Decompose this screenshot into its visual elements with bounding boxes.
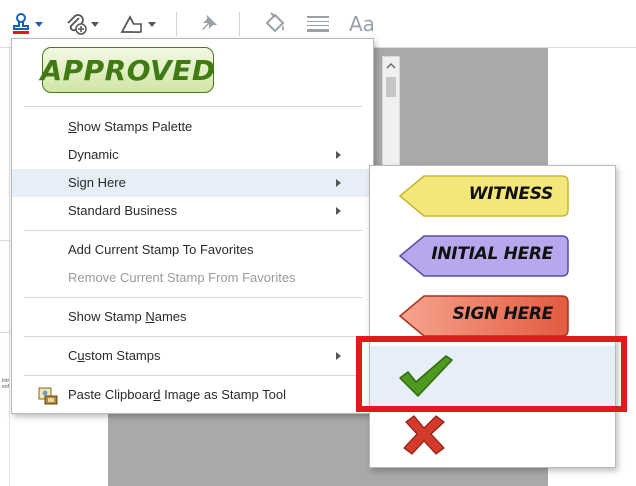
- lines-tool-button[interactable]: [306, 10, 330, 38]
- submenu-arrow-icon: [336, 151, 341, 159]
- stamp-tool-button[interactable]: [10, 10, 43, 38]
- lines-icon: [307, 16, 329, 32]
- submenu-arrow-icon: [336, 207, 341, 215]
- draw-tool-button[interactable]: [119, 10, 156, 38]
- menu-divider: [24, 230, 362, 231]
- fill-tool-button[interactable]: [262, 10, 288, 38]
- paste-image-icon: [38, 387, 58, 405]
- x-mark-icon: [403, 415, 445, 455]
- menu-divider: [24, 375, 362, 376]
- witness-stamp-item[interactable]: WITNESS: [370, 166, 615, 226]
- scroll-up-icon[interactable]: [383, 60, 399, 72]
- initial-here-stamp-item[interactable]: INITIAL HERE: [370, 226, 615, 286]
- pin-icon: [202, 15, 217, 30]
- scrollbar-thumb[interactable]: [386, 77, 396, 97]
- attach-tool-button[interactable]: [64, 10, 99, 38]
- shapes-icon: [120, 15, 142, 33]
- document-fragment: Intr eof: [2, 378, 10, 390]
- menu-divider: [24, 106, 362, 107]
- left-panel-strip: [0, 48, 10, 486]
- stamp-icon: [13, 13, 29, 34]
- text-properties-button[interactable]: Aa: [349, 10, 375, 38]
- toolbar-divider: [239, 12, 240, 36]
- paint-bucket-icon: [265, 12, 285, 33]
- chevron-down-icon: [91, 21, 99, 27]
- show-stamp-names-item[interactable]: Show Stamp Names: [12, 303, 373, 331]
- x-mark-stamp-item[interactable]: [370, 406, 615, 466]
- approved-stamp-label: APPROVED: [40, 53, 216, 87]
- paste-clipboard-image-item[interactable]: Paste Clipboard Image as Stamp Tool: [12, 381, 373, 409]
- submenu-arrow-icon: [336, 352, 341, 360]
- current-stamp-preview[interactable]: APPROVED: [40, 47, 216, 93]
- dynamic-item[interactable]: Dynamic: [12, 141, 373, 169]
- toolbar-divider: [176, 12, 177, 36]
- menu-divider: [24, 297, 362, 298]
- vertical-scrollbar[interactable]: [382, 56, 400, 176]
- show-stamps-palette-item[interactable]: Show Stamps Palette: [12, 113, 373, 141]
- chevron-down-icon: [35, 21, 43, 27]
- checkmark-icon: [399, 355, 453, 397]
- chevron-down-icon: [148, 21, 156, 27]
- stamp-menu: APPROVED Show Stamps Palette Dynamic Sig…: [11, 38, 374, 414]
- add-to-favorites-item[interactable]: Add Current Stamp To Favorites: [12, 236, 373, 264]
- menu-divider: [24, 336, 362, 337]
- sign-here-item[interactable]: Sign Here: [12, 169, 373, 197]
- checkmark-stamp-item[interactable]: [370, 346, 615, 406]
- remove-from-favorites-item: Remove Current Stamp From Favorites: [68, 270, 296, 285]
- text-aa-icon: Aa: [349, 12, 375, 36]
- submenu-arrow-icon: [336, 179, 341, 187]
- standard-business-item[interactable]: Standard Business: [12, 197, 373, 225]
- pin-tool-button[interactable]: [198, 10, 220, 38]
- attach-icon: [67, 14, 87, 35]
- custom-stamps-item[interactable]: Custom Stamps: [12, 342, 373, 370]
- sign-here-submenu: WITNESS INITIAL HERE SIGN HERE: [369, 165, 616, 468]
- sign-here-stamp-item[interactable]: SIGN HERE: [370, 286, 615, 346]
